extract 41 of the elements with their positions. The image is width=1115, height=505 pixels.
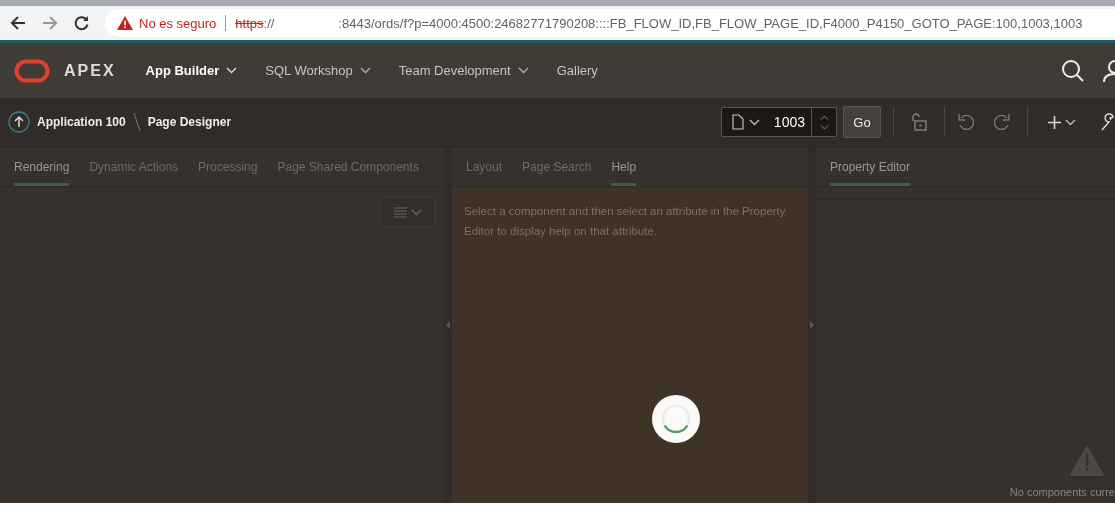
wrench-icon[interactable]: [1100, 113, 1115, 131]
page-selector[interactable]: 1003: [721, 107, 837, 137]
unlock-icon[interactable]: [910, 113, 928, 131]
url-text: :8443/ords/f?p=4000:4500:24682771790208::::FB_FLOW_ID,FB_FLOW_PAGE_ID,F4000_P4150_GOTO_PAGE:100,1003,1003: [338, 15, 1083, 31]
list-icon: [393, 206, 407, 218]
breadcrumb-current: Page Designer: [147, 115, 232, 129]
nav-menu-item[interactable]: Gallery: [556, 63, 598, 78]
redo-icon[interactable]: [993, 113, 1011, 131]
url-scheme: https: [235, 15, 264, 31]
url-separator: ://: [263, 15, 275, 31]
nav-menu-item[interactable]: Team Development: [398, 63, 529, 78]
forward-icon[interactable]: [42, 15, 58, 31]
warning-icon: [1070, 446, 1104, 476]
breadcrumb-separator-icon: [132, 112, 141, 132]
address-bar[interactable]: No es seguro https:// :8443/ords/f?p=4000:4500:24682771790208::::FB_FLOW_ID,FB_FLOW_PAGE_ID,F4000_P4150_GOTO_PAGE:100,1003,1003: [105, 9, 1115, 37]
collapse-left-icon[interactable]: [446, 321, 450, 329]
caret-icon: [410, 208, 422, 216]
back-icon[interactable]: [10, 15, 26, 31]
collapse-right-icon[interactable]: [810, 321, 814, 329]
help-text: Select a component and then select an attribute in the Property Editor to display help on that attribute.: [464, 205, 786, 237]
breadcrumb-link[interactable]: Application 100: [37, 115, 126, 129]
spin-down-icon[interactable]: [819, 124, 829, 130]
page-icon: [732, 114, 744, 130]
brand-name: APEX: [64, 61, 116, 80]
panel-tab[interactable]: Rendering: [14, 147, 70, 186]
go-button[interactable]: Go: [843, 106, 881, 138]
empty-message: No components curre: [1009, 486, 1115, 498]
caret-icon: [1065, 118, 1076, 126]
caret-icon: [749, 118, 760, 126]
spin-up-icon[interactable]: [819, 114, 829, 120]
nav-menu-item[interactable]: App Builder: [145, 63, 238, 78]
logo-icon[interactable]: [14, 58, 50, 83]
page-number[interactable]: 1003: [760, 114, 811, 130]
undo-icon[interactable]: [957, 113, 975, 131]
nav-menu-item[interactable]: SQL Workshop: [265, 63, 371, 78]
user-icon[interactable]: [1103, 58, 1115, 83]
security-label: No es seguro: [139, 15, 217, 31]
search-icon[interactable]: [1061, 58, 1085, 83]
warning-icon: [117, 16, 133, 30]
reload-icon[interactable]: [74, 15, 90, 31]
plus-icon[interactable]: [1048, 115, 1061, 129]
